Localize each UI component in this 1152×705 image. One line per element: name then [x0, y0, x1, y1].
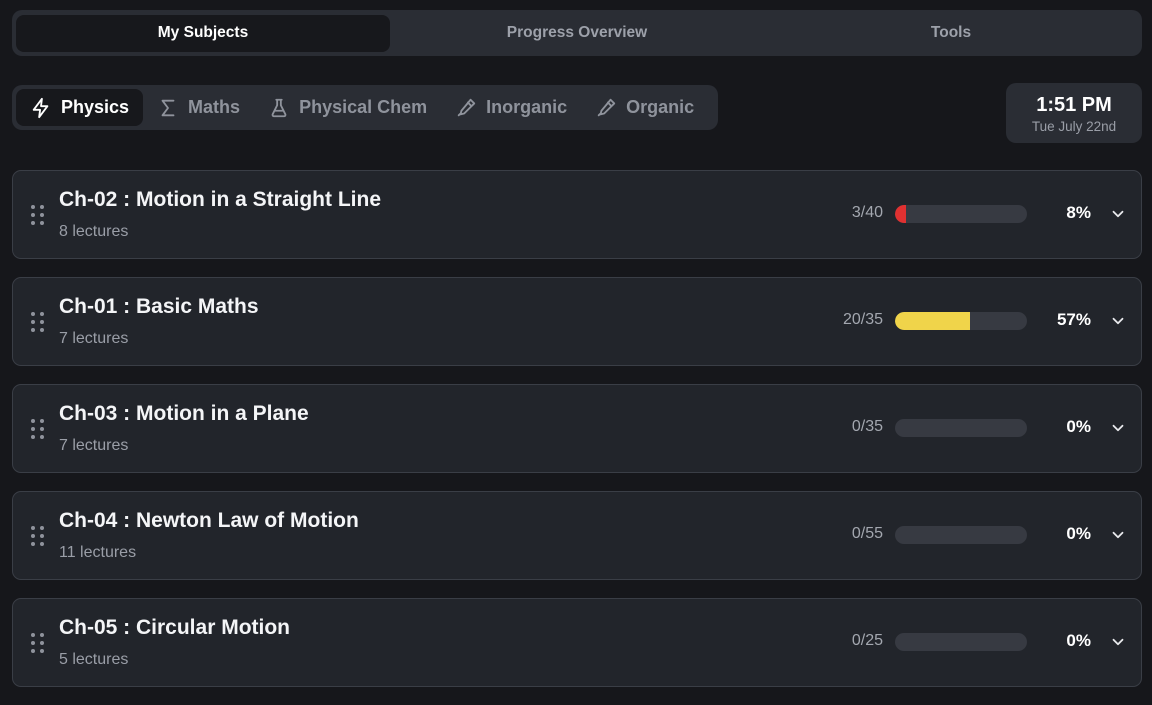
- chapter-list: Ch-02 : Motion in a Straight Line 8 lect…: [12, 170, 1142, 705]
- subject-tab-label: Inorganic: [486, 97, 568, 117]
- tab-progress-overview[interactable]: Progress Overview: [390, 15, 764, 52]
- chevron-down-icon[interactable]: [1109, 633, 1127, 651]
- chapter-progress-fill: [895, 312, 971, 330]
- subject-tab-label: Organic: [626, 97, 695, 117]
- chapter-title: Ch-05 : Circular Motion: [59, 616, 291, 639]
- chevron-down-icon[interactable]: [1109, 205, 1127, 223]
- chapter-card[interactable]: Ch-02 : Motion in a Straight Line 8 lect…: [12, 170, 1142, 259]
- clock-widget: 1:51 PM Tue July 22nd: [1006, 83, 1142, 143]
- chapter-progress-bar: [895, 312, 1027, 330]
- chapter-title: Ch-04 : Newton Law of Motion: [59, 509, 359, 532]
- chapter-progress-count: 0/55: [851, 525, 883, 542]
- chapter-progress-percent: 57%: [1056, 310, 1091, 329]
- lightning-icon: [32, 97, 49, 118]
- pipette-icon: [457, 98, 476, 116]
- chapter-lecture-count: 8 lectures: [59, 223, 129, 240]
- tab-my-subjects[interactable]: My Subjects: [16, 14, 390, 52]
- subject-tab-label: Maths: [188, 97, 241, 117]
- chapter-lecture-count: 11 lectures: [59, 544, 137, 561]
- clock-time: 1:51 PM: [1036, 93, 1112, 116]
- chapter-progress-percent: 0%: [1066, 524, 1091, 543]
- chapter-progress-bar: [895, 419, 1027, 437]
- subject-tab-maths[interactable]: Maths: [143, 89, 254, 126]
- drag-handle-icon[interactable]: [31, 633, 44, 653]
- drag-handle-icon[interactable]: [31, 419, 44, 439]
- chapter-progress-bar: [895, 526, 1027, 544]
- clock-date: Tue July 22nd: [1031, 118, 1117, 134]
- chevron-down-icon[interactable]: [1109, 419, 1127, 437]
- subject-tab-physical-chem[interactable]: Physical Chem: [254, 89, 441, 126]
- top-tab-bar: My Subjects Progress Overview Tools: [12, 10, 1142, 56]
- chapter-progress-bar: [895, 633, 1027, 651]
- drag-handle-icon[interactable]: [31, 205, 44, 225]
- subject-tab-label: Physical Chem: [299, 97, 428, 117]
- subject-tab-physics[interactable]: Physics: [16, 89, 144, 126]
- subject-tab-inorganic[interactable]: Inorganic: [441, 89, 581, 126]
- sigma-icon: [161, 99, 175, 116]
- flask-icon: [271, 98, 287, 117]
- subject-tab-bar: Physics Maths Physical Chem Inorganic Or…: [12, 85, 718, 130]
- drag-handle-icon[interactable]: [31, 526, 44, 546]
- chevron-down-icon[interactable]: [1109, 526, 1127, 544]
- pipette-icon: [597, 98, 616, 116]
- chapter-lecture-count: 7 lectures: [59, 330, 129, 347]
- chapter-progress-count: 3/40: [851, 204, 883, 221]
- chapter-progress-percent: 0%: [1066, 417, 1091, 436]
- chevron-down-icon[interactable]: [1109, 312, 1127, 330]
- chapter-card[interactable]: Ch-04 : Newton Law of Motion 11 lectures…: [12, 491, 1142, 580]
- chapter-progress-percent: 0%: [1066, 631, 1091, 650]
- chapter-card[interactable]: Ch-03 : Motion in a Plane 7 lectures 0/3…: [12, 384, 1142, 473]
- drag-handle-icon[interactable]: [31, 312, 44, 332]
- chapter-progress-count: 0/25: [851, 632, 883, 649]
- tab-tools[interactable]: Tools: [764, 15, 1138, 52]
- chapter-progress-percent: 8%: [1066, 203, 1091, 222]
- subject-tab-label: Physics: [61, 97, 130, 117]
- chapter-title: Ch-02 : Motion in a Straight Line: [59, 188, 381, 211]
- chapter-lecture-count: 7 lectures: [59, 437, 129, 454]
- subject-tab-organic[interactable]: Organic: [581, 89, 708, 126]
- chapter-title: Ch-01 : Basic Maths: [59, 295, 259, 318]
- chapter-progress-count: 0/35: [851, 418, 883, 435]
- chapter-progress-count: 20/35: [842, 311, 883, 328]
- chapter-title: Ch-03 : Motion in a Plane: [59, 402, 309, 425]
- chapter-card[interactable]: Ch-01 : Basic Maths 7 lectures 20/35 57%: [12, 277, 1142, 366]
- chapter-card[interactable]: Ch-05 : Circular Motion 5 lectures 0/25 …: [12, 598, 1142, 687]
- chapter-lecture-count: 5 lectures: [59, 651, 129, 668]
- chapter-progress-bar: [895, 205, 1027, 223]
- chapter-progress-fill: [895, 205, 906, 223]
